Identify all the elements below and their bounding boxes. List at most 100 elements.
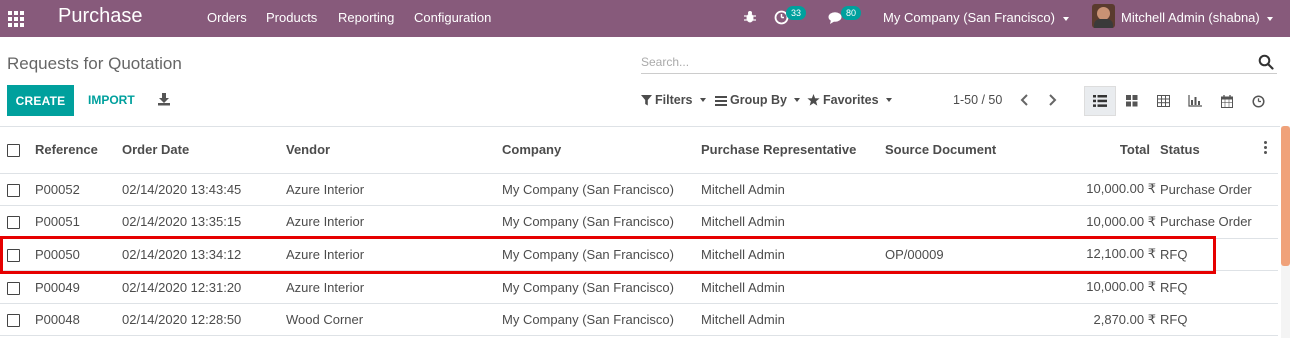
column-order-date[interactable]: Order Date bbox=[122, 127, 286, 174]
row-checkbox[interactable] bbox=[7, 314, 20, 328]
cell-source-document bbox=[885, 205, 1069, 239]
cell-order-date: 02/14/2020 13:35:15 bbox=[122, 205, 286, 239]
company-switcher[interactable]: My Company (San Francisco) bbox=[883, 10, 1069, 25]
scrollbar-thumb[interactable] bbox=[1281, 126, 1290, 266]
cell-reference: P00051 bbox=[35, 205, 122, 239]
app-brand[interactable]: Purchase bbox=[58, 5, 143, 28]
cell-vendor: Azure Interior bbox=[286, 205, 502, 239]
page-title: Requests for Quotation bbox=[7, 54, 182, 73]
cell-vendor: Azure Interior bbox=[286, 270, 502, 304]
group-by-dropdown[interactable]: Group By bbox=[715, 93, 800, 107]
create-button[interactable]: CREATE bbox=[7, 85, 74, 116]
optional-columns-toggle[interactable] bbox=[1253, 127, 1278, 174]
table-header-row: Reference Order Date Vendor Company Purc… bbox=[0, 127, 1278, 174]
table-row[interactable]: P00048 02/14/2020 12:28:50 Wood Corner M… bbox=[0, 303, 1278, 337]
cell-purchase-representative: Mitchell Admin bbox=[701, 173, 885, 207]
user-name: Mitchell Admin (shabna) bbox=[1121, 10, 1260, 25]
debug-bug-icon[interactable] bbox=[743, 10, 757, 24]
menu-orders[interactable]: Orders bbox=[207, 10, 247, 25]
group-by-label: Group By bbox=[730, 93, 787, 107]
calendar-view-button[interactable] bbox=[1211, 86, 1243, 116]
calendar-icon bbox=[1221, 94, 1233, 108]
cell-purchase-representative: Mitchell Admin bbox=[701, 270, 885, 304]
row-select-cell bbox=[0, 270, 35, 304]
menu-products[interactable]: Products bbox=[266, 10, 317, 25]
row-checkbox[interactable] bbox=[7, 216, 20, 230]
download-icon[interactable] bbox=[157, 92, 171, 106]
pivot-view-button[interactable] bbox=[1147, 86, 1179, 116]
chevron-down-icon bbox=[885, 98, 892, 102]
column-source-document[interactable]: Source Document bbox=[885, 127, 1069, 174]
favorites-label: Favorites bbox=[823, 93, 879, 107]
import-button[interactable]: IMPORT bbox=[88, 93, 135, 107]
row-checkbox[interactable] bbox=[7, 249, 20, 263]
row-select-cell bbox=[0, 238, 35, 272]
chevron-down-icon bbox=[699, 98, 706, 102]
table-row[interactable]: P00050 02/14/2020 13:34:12 Azure Interio… bbox=[0, 238, 1278, 272]
activity-view-button[interactable] bbox=[1242, 86, 1274, 116]
user-avatar[interactable] bbox=[1092, 4, 1115, 28]
pager-value[interactable]: 1-50 / 50 bbox=[953, 93, 1002, 107]
cell-purchase-representative: Mitchell Admin bbox=[701, 303, 885, 337]
select-all-checkbox[interactable] bbox=[7, 144, 20, 158]
kanban-view-button[interactable] bbox=[1116, 86, 1148, 116]
cell-reference: P00049 bbox=[35, 270, 122, 304]
row-select-cell bbox=[0, 205, 35, 239]
table-row[interactable]: P00049 02/14/2020 12:31:20 Azure Interio… bbox=[0, 270, 1278, 304]
cell-purchase-representative: Mitchell Admin bbox=[701, 205, 885, 239]
cell-status: Purchase Order bbox=[1160, 205, 1253, 239]
pivot-table-icon bbox=[1156, 95, 1170, 107]
cell-reference: P00048 bbox=[35, 303, 122, 337]
search-input[interactable] bbox=[641, 52, 1241, 72]
cell-status: RFQ bbox=[1160, 270, 1253, 304]
rfq-list-table: Reference Order Date Vendor Company Purc… bbox=[0, 126, 1280, 337]
row-select-cell bbox=[0, 303, 35, 337]
cell-status: Purchase Order bbox=[1160, 173, 1253, 207]
cell-company: My Company (San Francisco) bbox=[502, 205, 701, 239]
chevron-down-icon bbox=[1267, 16, 1274, 21]
table-row[interactable]: P00051 02/14/2020 13:35:15 Azure Interio… bbox=[0, 205, 1278, 239]
filters-dropdown[interactable]: Filters bbox=[641, 93, 706, 107]
cell-source-document: OP/00009 bbox=[885, 238, 1069, 272]
group-by-bars-icon bbox=[715, 95, 727, 106]
cell-company: My Company (San Francisco) bbox=[502, 173, 701, 207]
row-checkbox[interactable] bbox=[7, 183, 20, 197]
cell-source-document bbox=[885, 303, 1069, 337]
cell-company: My Company (San Francisco) bbox=[502, 270, 701, 304]
cell-source-document bbox=[885, 173, 1069, 207]
favorites-dropdown[interactable]: Favorites bbox=[807, 93, 892, 107]
column-company[interactable]: Company bbox=[502, 127, 701, 174]
list-view-button[interactable] bbox=[1084, 86, 1116, 116]
user-menu[interactable]: Mitchell Admin (shabna) bbox=[1121, 10, 1274, 25]
column-total[interactable]: Total bbox=[1069, 127, 1160, 174]
cell-reference: P00052 bbox=[35, 173, 122, 207]
table-row[interactable]: P00052 02/14/2020 13:43:45 Azure Interio… bbox=[0, 173, 1278, 207]
cell-total: 12,100.00 ₹ bbox=[1069, 238, 1160, 272]
filter-funnel-icon bbox=[641, 94, 652, 105]
graph-view-button[interactable] bbox=[1179, 86, 1211, 116]
cell-order-date: 02/14/2020 13:34:12 bbox=[122, 238, 286, 272]
select-all-cell bbox=[0, 127, 35, 174]
chevron-left-icon[interactable] bbox=[1019, 93, 1031, 107]
column-reference[interactable]: Reference bbox=[35, 127, 122, 174]
filters-label: Filters bbox=[655, 93, 693, 107]
clock-icon bbox=[1251, 94, 1265, 108]
row-checkbox[interactable] bbox=[7, 281, 20, 295]
column-purchase-representative[interactable]: Purchase Representative bbox=[701, 127, 885, 174]
top-navbar: Purchase Orders Products Reporting Confi… bbox=[0, 0, 1290, 37]
column-vendor[interactable]: Vendor bbox=[286, 127, 502, 174]
chevron-right-icon[interactable] bbox=[1046, 93, 1058, 107]
cell-vendor: Azure Interior bbox=[286, 173, 502, 207]
search-icon[interactable] bbox=[1258, 54, 1274, 70]
chevron-down-icon bbox=[1062, 16, 1069, 21]
chevron-down-icon bbox=[793, 98, 800, 102]
cell-order-date: 02/14/2020 12:28:50 bbox=[122, 303, 286, 337]
cell-company: My Company (San Francisco) bbox=[502, 238, 701, 272]
menu-reporting[interactable]: Reporting bbox=[338, 10, 394, 25]
cell-status: RFQ bbox=[1160, 303, 1253, 337]
cell-reference: P00050 bbox=[35, 238, 122, 272]
menu-configuration[interactable]: Configuration bbox=[414, 10, 491, 25]
column-status[interactable]: Status bbox=[1160, 127, 1253, 174]
cell-purchase-representative: Mitchell Admin bbox=[701, 238, 885, 272]
apps-grid-icon[interactable] bbox=[8, 11, 24, 27]
